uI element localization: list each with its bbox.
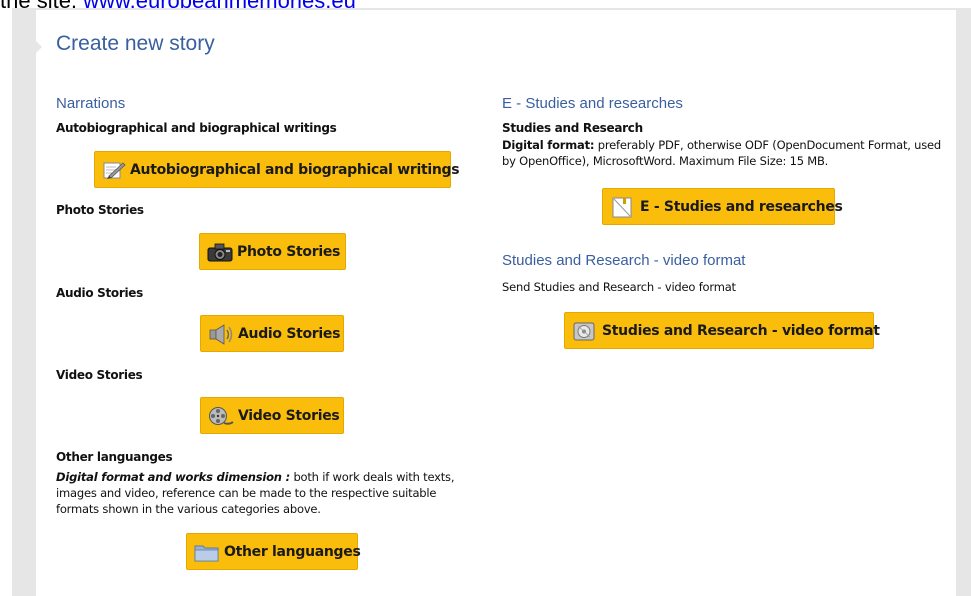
video-format-description: Send Studies and Research - video format	[502, 280, 736, 294]
pencil-paper-icon	[101, 158, 127, 182]
video-format-button-label: Studies and Research - video format	[602, 322, 880, 339]
studies-research-label: Studies and Research	[502, 121, 643, 135]
studies-researches-button[interactable]: E - Studies and researches	[602, 188, 843, 225]
video-stories-button-label: Video Stories	[238, 407, 340, 424]
other-languages-desc-lead: Digital format and works dimension :	[56, 470, 290, 484]
camera-icon	[206, 240, 234, 264]
photo-stories-button[interactable]: Photo Stories	[199, 233, 346, 270]
photo-stories-label: Photo Stories	[56, 203, 144, 217]
other-languages-description: Digital format and works dimension : bot…	[56, 469, 476, 517]
studies-heading: E - Studies and researches	[502, 95, 683, 112]
speaker-icon	[207, 322, 235, 346]
folder-icon	[193, 540, 221, 564]
page-title: Create new story	[56, 32, 215, 55]
video-stories-button[interactable]: Video Stories	[200, 397, 344, 434]
audio-stories-label: Audio Stories	[56, 286, 143, 300]
video-format-button[interactable]: Studies and Research - video format	[564, 312, 880, 349]
audio-stories-button[interactable]: Audio Stories	[200, 315, 344, 352]
other-languages-button-label: Other languanges	[224, 543, 361, 560]
document-icon	[609, 195, 637, 219]
other-languages-button[interactable]: Other languanges	[186, 533, 361, 570]
photo-stories-button-label: Photo Stories	[237, 243, 341, 260]
video-stories-label: Video Stories	[56, 368, 143, 382]
autobiographical-button-label: Autobiographical and biographical writin…	[130, 161, 460, 178]
narrations-heading: Narrations	[56, 95, 126, 112]
video-disc-icon	[571, 319, 599, 343]
panel-notch	[33, 38, 42, 56]
autobiographical-button[interactable]: Autobiographical and biographical writin…	[94, 151, 460, 188]
audio-stories-button-label: Audio Stories	[238, 325, 341, 342]
studies-desc-lead: Digital format:	[502, 138, 595, 152]
studies-researches-button-label: E - Studies and researches	[640, 198, 843, 215]
film-reel-icon	[207, 404, 235, 428]
other-languages-label: Other languanges	[56, 450, 173, 464]
video-format-heading: Studies and Research - video format	[502, 252, 746, 269]
autobiographical-label: Autobiographical and biographical writin…	[56, 121, 337, 135]
top-link-text: the site, www.europeanmemories.eu	[0, 0, 356, 13]
studies-description: Digital format: preferably PDF, otherwis…	[502, 137, 947, 169]
